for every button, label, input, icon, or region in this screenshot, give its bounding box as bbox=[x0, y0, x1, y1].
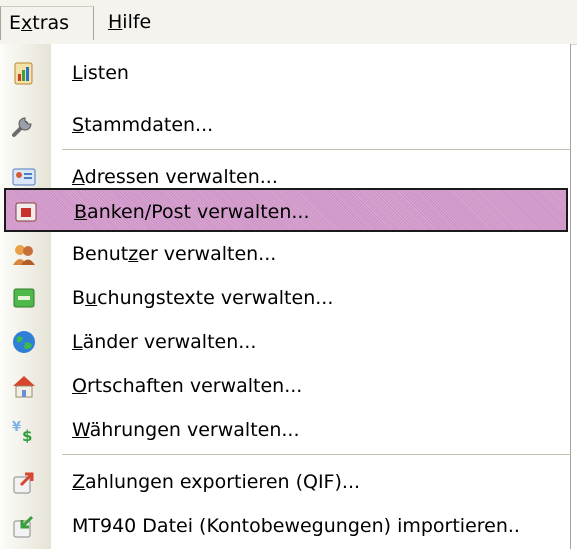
menu-item-label: Stammdaten... bbox=[72, 114, 214, 136]
house-icon bbox=[13, 376, 35, 398]
menu-item-label: Länder verwalten... bbox=[72, 331, 257, 353]
menu-hilfe[interactable]: Hilfe bbox=[100, 6, 180, 40]
menu-item-label: Währungen verwalten... bbox=[72, 419, 300, 441]
menu-bar: Extras Hilfe bbox=[0, 0, 577, 45]
booking-text-icon bbox=[13, 288, 35, 308]
export-icon bbox=[13, 472, 34, 494]
wrench-icon bbox=[12, 117, 32, 137]
menu-item-mt940-importieren[interactable]: MT940 Datei (Kontobewegungen) importiere… bbox=[0, 504, 570, 548]
menu-item-laender[interactable]: Länder verwalten... bbox=[0, 320, 570, 364]
menu-item-zahlungen-exportieren[interactable]: Zahlungen exportieren (QIF)... bbox=[0, 460, 570, 504]
menu-item-label: Buchungstexte verwalten... bbox=[72, 287, 334, 309]
menu-extras[interactable]: Extras bbox=[0, 6, 94, 40]
bank-post-icon bbox=[15, 202, 37, 222]
users-icon bbox=[13, 245, 35, 265]
menu-item-banken-post[interactable]: Banken/Post verwalten... bbox=[4, 188, 568, 232]
menu-item-label: Benutzer verwalten... bbox=[72, 243, 277, 265]
address-card-icon bbox=[12, 168, 36, 186]
extras-dropdown-menu: Listen Stammdaten... Adressen verwalten.… bbox=[0, 44, 571, 549]
menu-item-label: MT940 Datei (Kontobewegungen) importiere… bbox=[72, 515, 520, 537]
menu-item-label: Banken/Post verwalten... bbox=[74, 201, 310, 223]
menu-extras-accesskey: x bbox=[21, 12, 33, 34]
menu-item-stammdaten[interactable]: Stammdaten... bbox=[0, 103, 570, 147]
menu-item-ortschaften[interactable]: Ortschaften verwalten... bbox=[0, 364, 570, 408]
menu-extras-label-part: E bbox=[9, 12, 22, 34]
currency-icon: ¥ $ bbox=[12, 420, 32, 443]
menu-extras-label-part: tras bbox=[32, 12, 70, 34]
menu-item-label: Zahlungen exportieren (QIF)... bbox=[72, 471, 361, 493]
menu-hilfe-accesskey: H bbox=[108, 11, 123, 33]
svg-text:¥: ¥ bbox=[12, 420, 21, 435]
menu-item-waehrungen[interactable]: ¥ $ Währungen verwalten... bbox=[0, 408, 570, 452]
menu-item-label: Listen bbox=[72, 62, 129, 84]
menu-separator bbox=[62, 454, 570, 455]
menu-separator bbox=[62, 149, 570, 150]
menu-item-listen[interactable]: Listen bbox=[0, 51, 570, 95]
svg-text:$: $ bbox=[22, 427, 32, 443]
menu-hilfe-label-part: ilfe bbox=[122, 11, 152, 33]
globe-icon bbox=[13, 331, 35, 353]
import-icon bbox=[13, 515, 34, 538]
menu-item-benutzer[interactable]: Benutzer verwalten... bbox=[0, 232, 570, 276]
menu-item-label: Ortschaften verwalten... bbox=[72, 375, 303, 397]
report-chart-icon bbox=[14, 62, 33, 85]
menu-item-buchungstexte[interactable]: Buchungstexte verwalten... bbox=[0, 276, 570, 320]
